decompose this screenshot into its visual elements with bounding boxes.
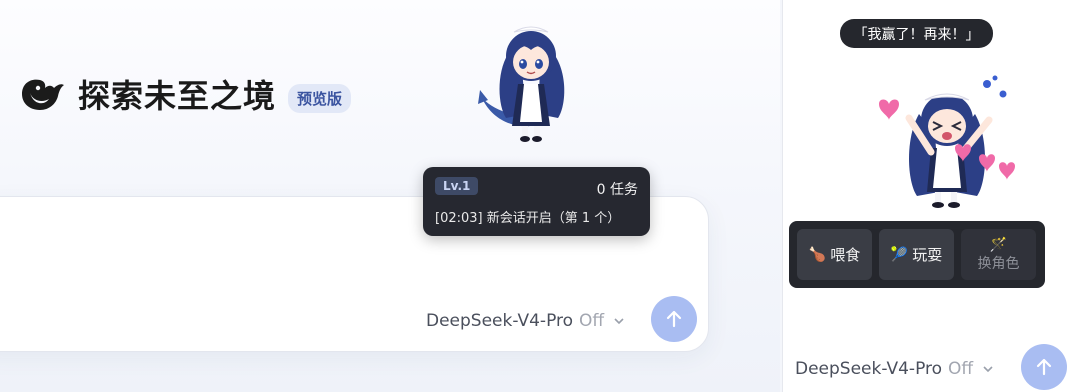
play-button[interactable]: 🎾 玩耍 <box>879 229 954 280</box>
mascot-cheering[interactable] <box>869 74 1029 214</box>
pet-side-panel: 「我赢了！再来！」 🍗 喂食 🎾 玩耍 🪄 换角色 DeepSeek-V4-Pr… <box>782 0 1080 392</box>
status-log-line: [02:03] 新会话开启（第 1 个） <box>435 211 621 226</box>
pet-status-popup: Lv.1 0 任务 [02:03] 新会话开启（第 1 个） <box>423 167 650 236</box>
ball-icon: 🎾 <box>890 246 909 263</box>
deepseek-whale-icon <box>18 74 66 118</box>
pet-action-bar: 🍗 喂食 🎾 玩耍 🪄 换角色 <box>789 221 1045 288</box>
play-label: 玩耍 <box>912 246 943 264</box>
send-button[interactable] <box>651 296 697 342</box>
brand-header: 探索未至之境 预览版 <box>18 74 352 118</box>
arrow-up-icon <box>666 310 682 328</box>
model-selector[interactable]: DeepSeek-V4-Pro Off <box>426 311 626 331</box>
model-selector-side[interactable]: DeepSeek-V4-Pro Off <box>795 359 995 379</box>
chevron-down-icon <box>614 318 624 325</box>
swap-character-button[interactable]: 🪄 换角色 <box>961 229 1036 280</box>
swap-icon: 🪄 <box>989 236 1008 253</box>
mascot-maid-whale[interactable] <box>478 14 584 144</box>
thinking-mode: Off <box>948 359 974 379</box>
feed-button[interactable]: 🍗 喂食 <box>797 229 872 280</box>
model-name: DeepSeek-V4-Pro <box>795 359 943 379</box>
arrow-up-icon <box>1036 358 1052 376</box>
feed-label: 喂食 <box>830 246 861 264</box>
speech-bubble: 「我赢了！再来！」 <box>840 19 993 48</box>
thinking-mode: Off <box>579 311 605 331</box>
level-badge: Lv.1 <box>435 177 479 195</box>
task-count: 0 任务 <box>596 182 638 198</box>
page-title: 探索未至之境 <box>78 77 277 115</box>
chevron-down-icon <box>983 366 993 373</box>
main-panel: 探索未至之境 预览版 DeepSeek-V4-Pro Off Lv.1 0 任务… <box>0 0 780 392</box>
send-button-side[interactable] <box>1021 344 1067 390</box>
swap-label: 换角色 <box>977 255 1020 272</box>
model-name: DeepSeek-V4-Pro <box>426 311 574 331</box>
preview-badge: 预览版 <box>288 83 352 113</box>
drumstick-icon: 🍗 <box>808 246 827 263</box>
